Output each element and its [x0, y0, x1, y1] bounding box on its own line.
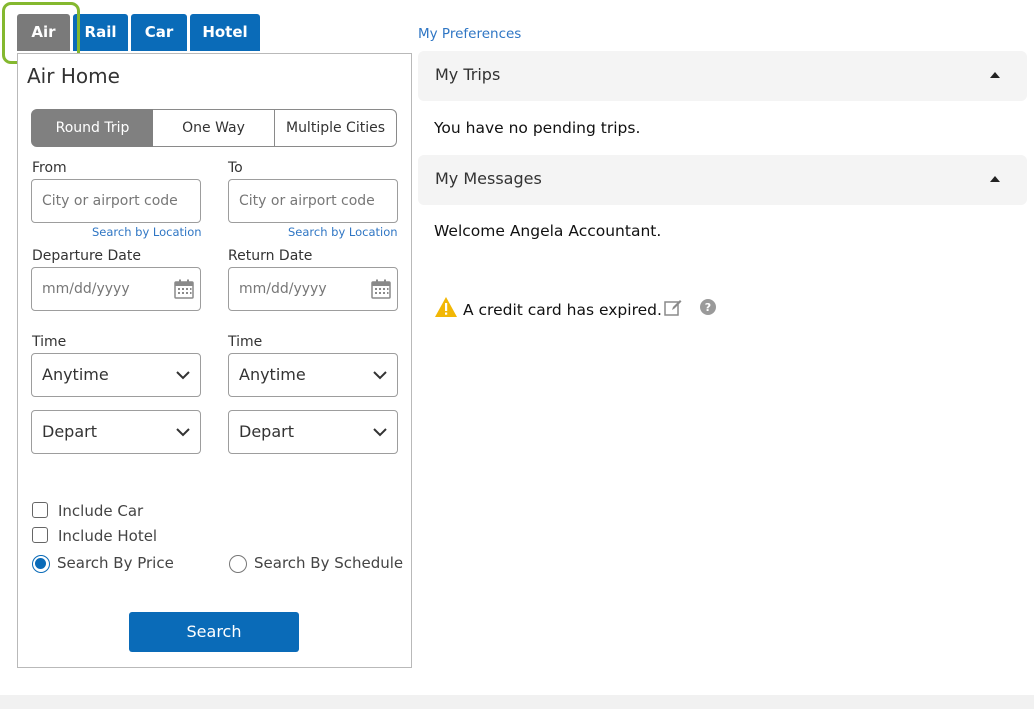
chevron-down-icon [176, 371, 190, 380]
include-car-checkbox[interactable] [32, 502, 48, 518]
search-by-schedule-radio[interactable] [229, 555, 247, 573]
tab-rail[interactable]: Rail [73, 14, 128, 51]
search-button[interactable]: Search [129, 612, 299, 652]
my-trips-header[interactable]: My Trips [418, 51, 1027, 101]
departure-time-select[interactable]: Anytime [31, 353, 201, 397]
to-search-by-location-link[interactable]: Search by Location [288, 225, 398, 239]
from-label: From [32, 160, 67, 176]
return-time-select[interactable]: Anytime [228, 353, 398, 397]
departure-time-label: Time [32, 334, 67, 350]
to-label: To [228, 160, 243, 176]
from-search-by-location-link[interactable]: Search by Location [92, 225, 202, 239]
edit-icon[interactable] [664, 299, 682, 317]
credit-card-expired-alert: A credit card has expired. [463, 301, 662, 319]
round-trip-button[interactable]: Round Trip [31, 109, 154, 147]
include-car-label: Include Car [58, 502, 144, 520]
return-depart-select[interactable]: Depart [228, 410, 398, 454]
return-depart-value: Depart [239, 422, 294, 441]
from-input[interactable]: City or airport code [31, 179, 201, 223]
chevron-down-icon [176, 428, 190, 437]
include-hotel-label: Include Hotel [58, 527, 158, 545]
multiple-cities-button[interactable]: Multiple Cities [275, 109, 397, 147]
my-trips-title: My Trips [435, 65, 501, 84]
departure-date-label: Departure Date [32, 248, 141, 264]
chevron-down-icon [373, 428, 387, 437]
calendar-icon[interactable] [174, 279, 194, 299]
help-icon[interactable]: ? [699, 298, 717, 316]
my-messages-title: My Messages [435, 169, 542, 188]
tab-hotel[interactable]: Hotel [190, 14, 260, 51]
return-date-input[interactable]: mm/dd/yyyy [228, 267, 398, 311]
departure-date-input[interactable]: mm/dd/yyyy [31, 267, 201, 311]
search-by-price-label: Search By Price [57, 554, 174, 572]
my-messages-header[interactable]: My Messages [418, 155, 1027, 205]
from-placeholder: City or airport code [42, 193, 178, 209]
caret-up-icon [990, 176, 1000, 182]
return-time-label: Time [228, 334, 263, 350]
search-by-schedule-label: Search By Schedule [254, 554, 404, 572]
caret-up-icon [990, 72, 1000, 78]
departure-date-placeholder: mm/dd/yyyy [42, 281, 130, 297]
departure-depart-value: Depart [42, 422, 97, 441]
departure-time-value: Anytime [42, 365, 109, 384]
return-time-value: Anytime [239, 365, 306, 384]
to-input[interactable]: City or airport code [228, 179, 398, 223]
calendar-icon[interactable] [371, 279, 391, 299]
welcome-message: Welcome Angela Accountant. [434, 222, 662, 240]
warning-icon [435, 297, 457, 317]
no-pending-trips-text: You have no pending trips. [434, 119, 641, 137]
one-way-button[interactable]: One Way [153, 109, 275, 147]
chevron-down-icon [373, 371, 387, 380]
svg-text:?: ? [705, 301, 711, 314]
return-date-label: Return Date [228, 248, 313, 264]
my-preferences-link[interactable]: My Preferences [418, 26, 521, 42]
footer-bar [0, 695, 1034, 709]
departure-depart-select[interactable]: Depart [31, 410, 201, 454]
include-hotel-checkbox[interactable] [32, 527, 48, 543]
to-placeholder: City or airport code [239, 193, 375, 209]
tab-car[interactable]: Car [131, 14, 187, 51]
return-date-placeholder: mm/dd/yyyy [239, 281, 327, 297]
panel-title: Air Home [27, 64, 120, 88]
search-by-price-radio[interactable] [32, 555, 50, 573]
